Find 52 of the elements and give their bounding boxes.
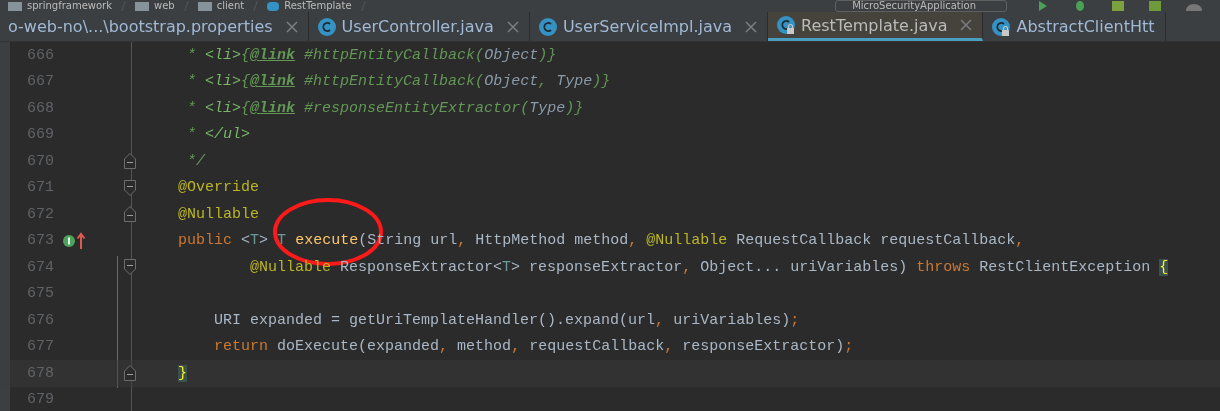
fold-icon[interactable] <box>124 365 136 382</box>
class-icon <box>316 16 337 37</box>
code-line: * </ul> <box>186 126 251 144</box>
close-icon[interactable] <box>506 20 519 33</box>
line-number: 667 <box>26 73 54 91</box>
code-line: return doExecute(expanded, method, requestCallback, responseExtractor); <box>213 338 854 356</box>
line-number: 676 <box>26 311 54 329</box>
line-number: 673 <box>26 232 54 250</box>
editor-tab[interactable]: UserServiceImpl.java <box>529 12 768 41</box>
folder-icon <box>135 1 149 11</box>
class-icon <box>991 16 1012 37</box>
folder-icon <box>197 1 212 11</box>
class-icon <box>537 16 558 37</box>
close-icon[interactable] <box>960 19 973 31</box>
line-number: 677 <box>26 338 54 356</box>
line-number: 668 <box>26 99 54 117</box>
close-icon[interactable] <box>285 20 298 33</box>
fold-icon[interactable] <box>124 206 136 223</box>
code-line: * <li>{@link #httpEntityCallback(Object, Type)} <box>186 73 611 91</box>
line-number: 675 <box>26 285 54 303</box>
code-line: @Nullable ResponseExtractor<T> responseExtractor, Object... uriVariables) throws RestClientException { <box>249 258 1169 276</box>
run-configuration-dropdown[interactable]: MicroSecurityApplication <box>835 0 1007 12</box>
editor-tab[interactable]: RestTemplate.java <box>768 12 984 41</box>
folder-icon <box>8 1 22 11</box>
line-number: 671 <box>26 179 54 197</box>
line-number: 679 <box>26 391 54 409</box>
code-line: * <li>{@link #httpEntityCallback(Object)} <box>186 46 557 64</box>
fold-icon[interactable] <box>124 153 136 170</box>
line-number: 666 <box>26 46 54 64</box>
breadcrumb-item[interactable]: web <box>154 0 175 12</box>
code-line: @Override <box>177 179 260 197</box>
fold-icon[interactable] <box>124 259 136 276</box>
class-icon <box>776 15 796 35</box>
implements-override-icon[interactable] <box>62 230 86 251</box>
line-number: 669 <box>26 126 54 144</box>
editor-tab[interactable]: o-web-no\...\bootstrap.properties <box>0 12 309 41</box>
code-line: * <li>{@link #responseEntityExtractor(Type)} <box>186 99 584 117</box>
class-icon <box>267 1 280 11</box>
line-number: 670 <box>26 152 54 170</box>
line-number: 672 <box>26 205 54 223</box>
line-number: 674 <box>26 258 54 276</box>
breadcrumb-item[interactable]: RestTemplate <box>284 0 352 12</box>
bug-icon[interactable] <box>1073 1 1087 11</box>
fold-icon[interactable] <box>124 179 136 196</box>
editor-tab[interactable]: UserController.java <box>308 12 530 41</box>
breadcrumb-item[interactable]: springframework <box>27 0 112 12</box>
breadcrumb-item[interactable]: client <box>216 0 245 12</box>
code-line: @Nullable <box>177 205 260 223</box>
editor-tab[interactable]: AbstractClientHtt <box>983 12 1166 41</box>
code-line: */ <box>186 152 206 170</box>
close-icon[interactable] <box>745 20 757 33</box>
code-line: URI expanded = getUriTemplateHandler().expand(url, uriVariables); <box>213 311 800 329</box>
